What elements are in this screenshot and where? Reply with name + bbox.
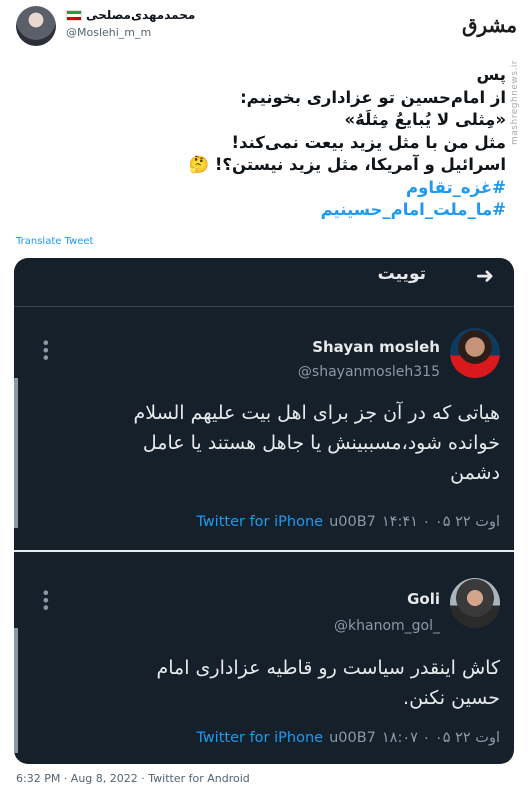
embedded-thread-card: توییت ➜ ••• Shayan mosleh @shayanmosleh3…: [14, 258, 514, 764]
tweet-line: پس: [476, 65, 506, 84]
tweet-line: مثل من با مثل یزید بیعت نمی‌کند!: [231, 132, 506, 152]
tweet-text: پس از امام‌حسین تو عزاداری بخونیم: «مِثل…: [16, 64, 506, 222]
reply-text: هیاتی که در آن جز برای اهل بیت علیهم الس…: [30, 398, 500, 488]
source-separator: u00B7: [329, 730, 376, 746]
reply-line: هیاتی که در آن جز برای اهل بیت علیهم الس…: [133, 402, 500, 424]
tweet-line: اسرائیل و آمریکا، مثل یزید نیستن؟! 🤔: [188, 155, 506, 174]
hashtag-link[interactable]: #غزه_تقاوم: [16, 177, 506, 200]
site-watermark: mashreghnews.ir: [510, 60, 520, 145]
reply-line: خوانده شود،مسببینش یا جاهل هستند یا عامل: [142, 432, 500, 454]
reply-line: کاش اینقدر سیاست رو قاطیه عزاداری امام: [156, 657, 500, 679]
reply-line: حسین نکنن.: [403, 687, 500, 709]
tweet-meta: Twitter for iPhone u00B7 ۱۸:۰۷ ۰ ۰۵ اوت …: [196, 730, 500, 746]
more-options-icon[interactable]: •••: [36, 338, 55, 360]
tweet-line: از امام‌حسین تو عزاداری بخونیم:: [240, 87, 506, 107]
hashtag-link[interactable]: #ما_ملت_امام_حسینیم: [16, 199, 506, 222]
reply-line: دشمن: [450, 462, 500, 484]
more-options-icon[interactable]: •••: [36, 588, 55, 610]
thread-line: [14, 378, 18, 528]
source-app[interactable]: Twitter for iPhone: [196, 730, 323, 746]
author-name-row[interactable]: محمدمهدی‌مصلحی: [66, 8, 195, 22]
card-title: توییت: [377, 264, 426, 284]
card-header: توییت ➜: [14, 258, 514, 296]
translate-tweet-link[interactable]: Translate Tweet: [16, 236, 93, 247]
author-display-name[interactable]: محمدمهدی‌مصلحی: [86, 8, 195, 22]
thread-line: [14, 628, 18, 753]
user-avatar[interactable]: [450, 578, 500, 628]
user-handle[interactable]: @shayanmosleh315: [298, 364, 440, 380]
tweet-footer-meta[interactable]: 6:32 PM · Aug 8, 2022 · Twitter for Andr…: [16, 772, 250, 785]
reply-text: کاش اینقدر سیاست رو قاطیه عزاداری امام ح…: [30, 653, 500, 713]
tweet-timestamp[interactable]: ۱۸:۰۷ ۰ ۰۵ اوت ۲۲: [382, 730, 500, 746]
tweet-divider: [14, 550, 514, 552]
tweet-meta: Twitter for iPhone u00B7 ۱۴:۴۱ ۰ ۰۵ اوت …: [196, 514, 500, 530]
user-handle[interactable]: @khanom_gol_: [334, 618, 440, 634]
source-app[interactable]: Twitter for iPhone: [196, 514, 323, 530]
arrow-right-icon[interactable]: ➜: [476, 264, 494, 289]
user-name[interactable]: Goli: [407, 590, 440, 608]
header-divider: [14, 306, 514, 307]
tweet-line: «مِثلی لا یُبایعُ مِثلَهُ»: [344, 110, 506, 129]
mashregh-logo: مشرق: [462, 13, 518, 37]
user-avatar[interactable]: [450, 328, 500, 378]
author-handle[interactable]: @Moslehi_m_m: [66, 26, 151, 39]
iran-flag-icon: [66, 9, 82, 21]
source-separator: u00B7: [329, 514, 376, 530]
tweet-timestamp[interactable]: ۱۴:۴۱ ۰ ۰۵ اوت ۲۲: [382, 514, 500, 530]
user-name[interactable]: Shayan mosleh: [312, 338, 440, 356]
author-avatar[interactable]: [16, 6, 56, 46]
